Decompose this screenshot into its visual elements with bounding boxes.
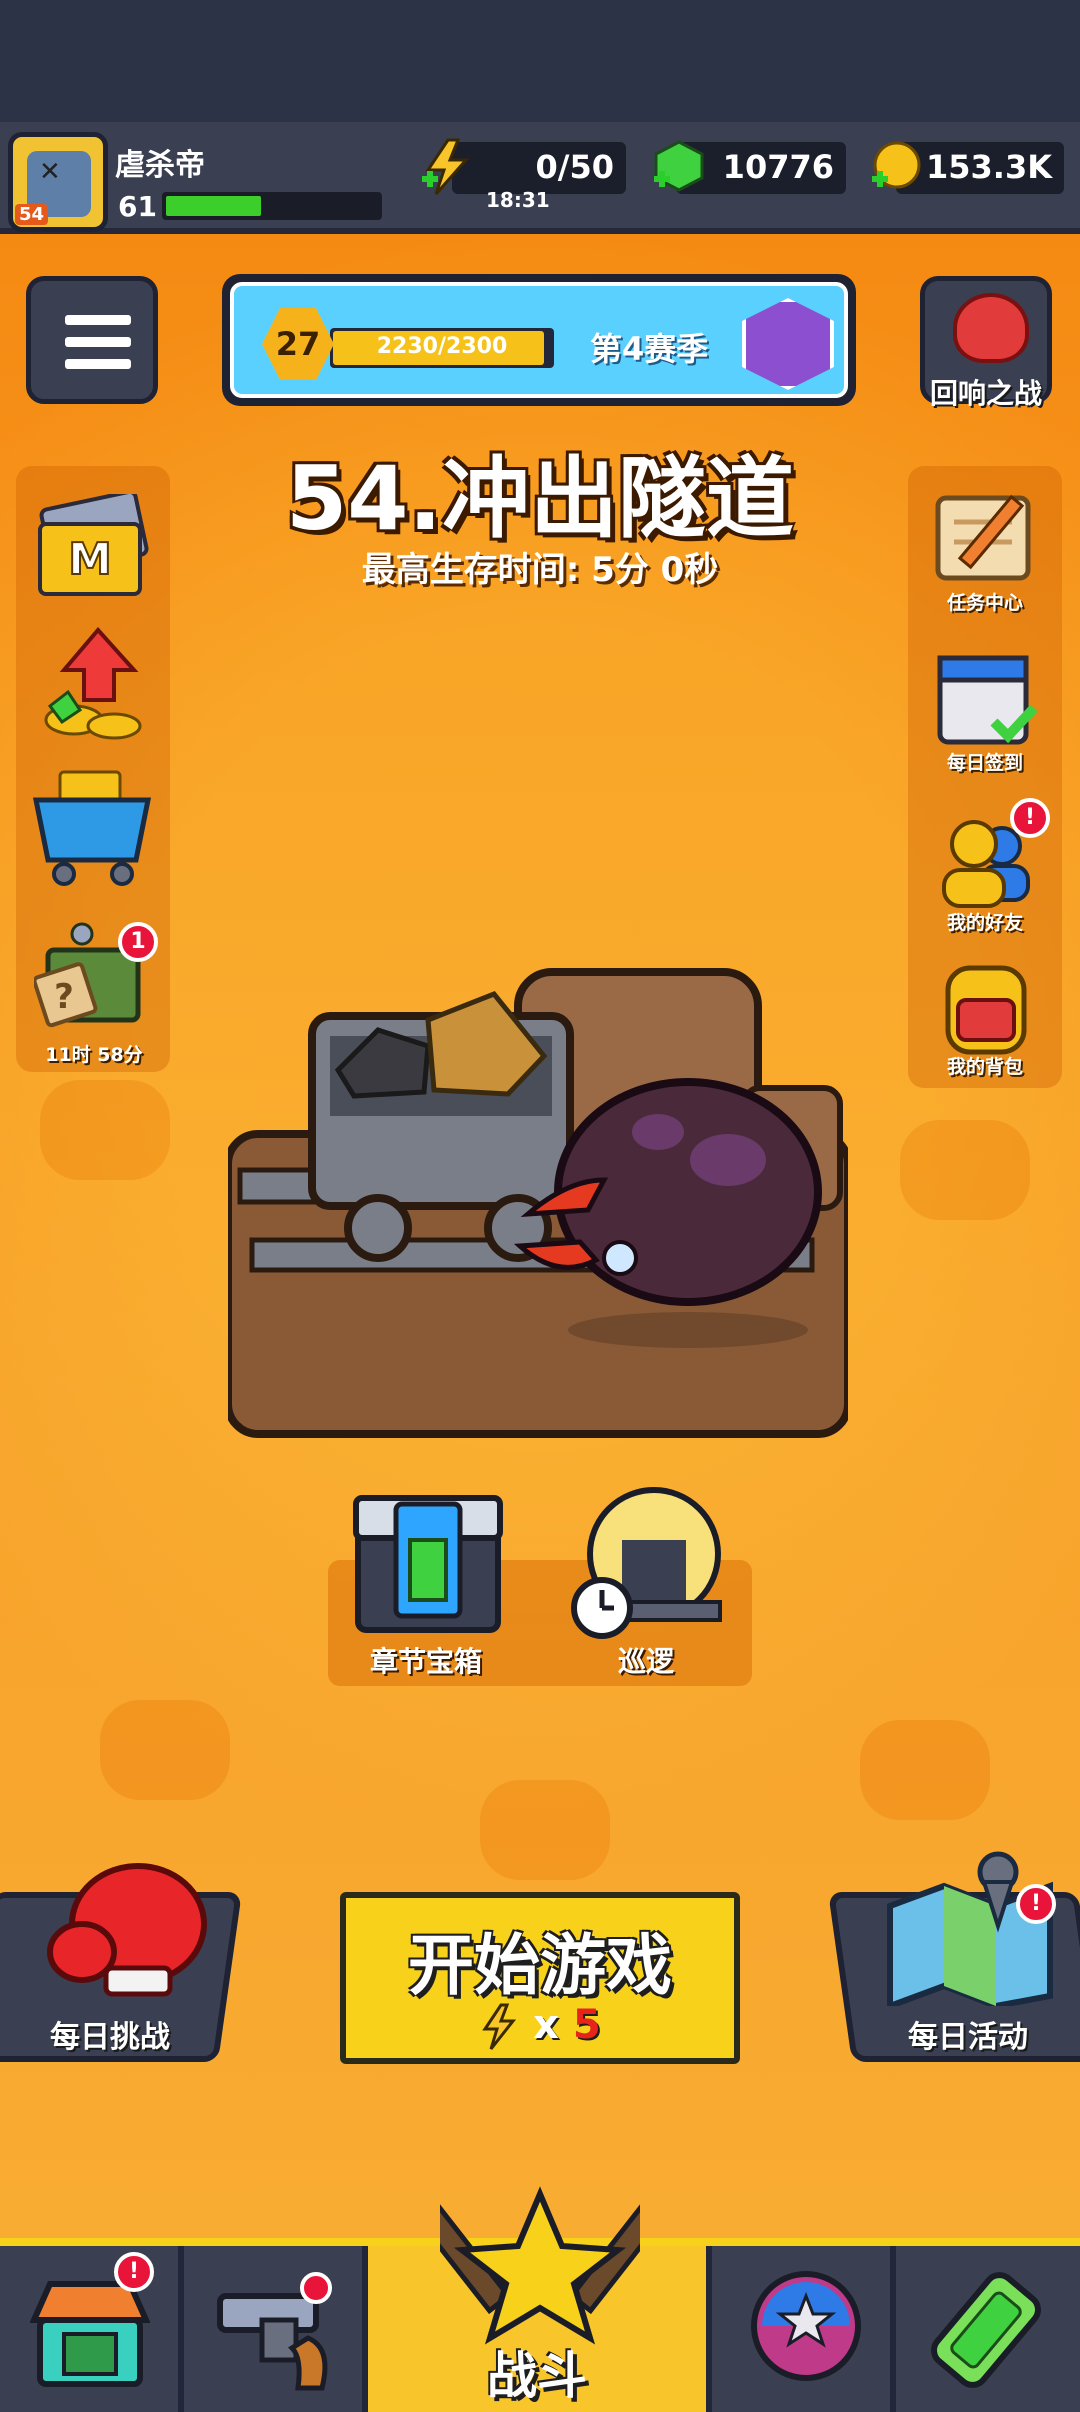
shop-cart-icon[interactable] [30, 760, 154, 888]
daily-challenge-label: 每日挑战 [50, 2020, 170, 2055]
coin-value: 153.3K [925, 148, 1052, 186]
crate-timer: 11时 58分 [45, 1044, 143, 1066]
crate-badge: 1 [118, 922, 158, 962]
patrol-label: 巡逻 [618, 1645, 675, 1678]
calendar-icon[interactable] [932, 646, 1040, 750]
player-level: 61 [118, 190, 157, 223]
shop-badge: ! [114, 2252, 154, 2292]
dna-capsule-icon [931, 2272, 1041, 2388]
chapter-chest-label: 章节宝箱 [370, 1645, 483, 1678]
energy-counter[interactable]: 0/50 [452, 142, 626, 194]
friends-badge: ! [1010, 798, 1050, 838]
talent-orb-icon [751, 2271, 861, 2381]
demon-icon [953, 293, 1029, 363]
tab-talent[interactable] [712, 2246, 896, 2412]
start-game-button[interactable]: 开始游戏 x 5 [340, 1892, 740, 2064]
daily-event-label: 每日活动 [908, 2020, 1028, 2055]
daily-event-badge: ! [1016, 1884, 1056, 1924]
menu-icon-line [65, 315, 131, 325]
daily-checkin-label: 每日签到 [946, 752, 1023, 774]
backpack-icon[interactable] [932, 956, 1040, 1056]
svg-text:?: ? [54, 977, 74, 1017]
tab-battle[interactable]: 战斗 [368, 2186, 712, 2412]
season-progress-text: 2230/2300 [376, 334, 508, 359]
menu-icon-line [65, 359, 131, 369]
lightning-icon [482, 2003, 517, 2050]
tab-equipment[interactable] [184, 2246, 368, 2412]
energy-value: 0/50 [535, 148, 614, 186]
xp-bar [162, 192, 382, 220]
season-inner: 2230/2300 27 第4赛季 [230, 282, 848, 398]
battle-star-icon [440, 2186, 640, 2345]
avatar-eye: ✕ [39, 157, 61, 187]
bg-blob [100, 1700, 230, 1800]
quest-center-label: 任务中心 [946, 592, 1023, 614]
gem-value: 10776 [722, 148, 834, 186]
season-panel[interactable]: 2230/2300 27 第4赛季 [222, 274, 856, 406]
bg-blob [480, 1780, 610, 1880]
energy-timer: 18:31 [486, 188, 550, 212]
avatar-level: 54 [15, 204, 49, 225]
xp-fill [166, 196, 261, 216]
status-band [0, 0, 1080, 122]
start-game-label: 开始游戏 [408, 1927, 672, 2004]
tab-evolution[interactable] [896, 2246, 1080, 2412]
cost-amount: 5 [572, 2002, 601, 2048]
tab-shop[interactable]: ! [0, 2246, 184, 2412]
cost-multiplier: x [533, 2002, 559, 2048]
top-header: ✕ 54 虐杀帝 61 0/50 18:31 10776 153.3K [0, 122, 1080, 234]
bg-blob [40, 1080, 170, 1180]
svg-text:M: M [68, 534, 112, 585]
bg-blob [900, 1120, 1030, 1220]
revolver-icon [217, 2272, 332, 2391]
tab-battle-label: 战斗 [487, 2347, 587, 2405]
player-avatar[interactable]: ✕ 54 [8, 132, 108, 232]
coin-icon [872, 141, 921, 189]
growth-fund-icon[interactable] [34, 626, 150, 744]
my-friends-label: 我的好友 [946, 912, 1023, 934]
menu-icon-line [65, 337, 131, 347]
chapter-chest-icon[interactable] [352, 1490, 504, 1636]
season-label: 第4赛季 [590, 330, 709, 368]
bottom-nav: ! 战斗 [0, 2186, 1080, 2412]
map-icon [887, 1851, 1053, 2006]
player-name: 虐杀帝 [115, 148, 205, 183]
season-level-badge: 27 [262, 308, 334, 380]
bg-blob [860, 1720, 990, 1820]
stage-illustration [228, 968, 848, 1438]
gem-icon [654, 140, 704, 192]
season-progress-bar: 2230/2300 [330, 328, 554, 368]
lightning-icon [422, 138, 470, 195]
echo-battle-label: 回响之战 [929, 377, 1042, 410]
monthly-card-icon[interactable]: M [30, 494, 154, 610]
boxing-glove-icon [47, 1863, 207, 1997]
start-cost: x 5 [346, 2002, 734, 2051]
season-emblem-icon [742, 298, 834, 390]
patrol-icon[interactable] [566, 1484, 732, 1640]
quest-scroll-icon[interactable] [924, 488, 1044, 590]
menu-button[interactable] [26, 276, 158, 404]
my-backpack-label: 我的背包 [946, 1056, 1023, 1078]
